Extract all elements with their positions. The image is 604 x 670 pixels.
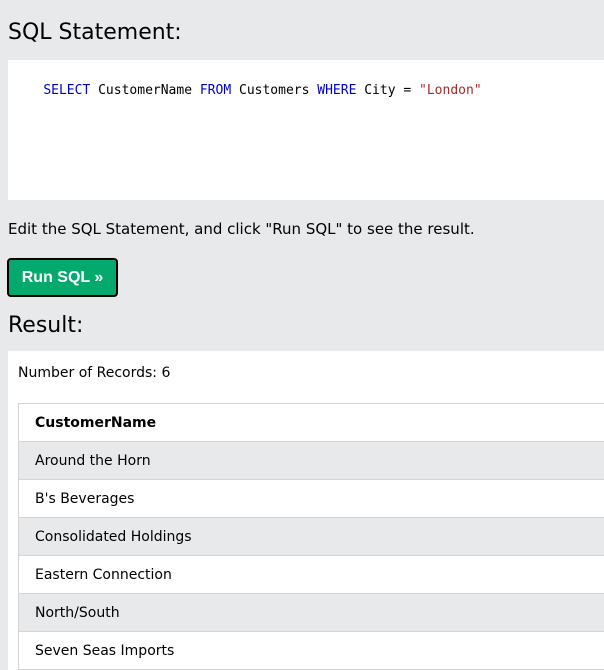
table-cell: B's Beverages (18, 479, 604, 518)
table-cell: North/South (18, 593, 604, 632)
sql-editor[interactable]: SELECT CustomerName FROM Customers WHERE… (8, 60, 604, 200)
sql-keyword-from: FROM (199, 83, 232, 98)
result-table: CustomerName Around the Horn B's Beverag… (18, 403, 604, 670)
table-row: Seven Seas Imports (18, 631, 604, 670)
run-sql-button[interactable]: Run SQL » (7, 258, 118, 297)
table-row: Eastern Connection (18, 555, 604, 594)
result-panel: Number of Records: 6 CustomerName Around… (8, 351, 604, 670)
instructions-text: Edit the SQL Statement, and click "Run S… (8, 220, 475, 238)
record-count: Number of Records: 6 (18, 365, 171, 381)
sql-statement-heading: SQL Statement: (8, 20, 182, 45)
column-header: CustomerName (18, 403, 604, 442)
sql-keyword-select: SELECT (43, 83, 91, 98)
table-row: B's Beverages (18, 479, 604, 518)
sql-keyword-where: WHERE (317, 83, 357, 98)
table-cell: Eastern Connection (18, 555, 604, 594)
sql-text-table: Customers (231, 83, 318, 98)
table-cell: Around the Horn (18, 441, 604, 480)
result-heading: Result: (8, 313, 84, 338)
table-header-row: CustomerName (18, 403, 604, 442)
sql-text-columns: CustomerName (90, 83, 200, 98)
sql-string-literal: "London" (419, 83, 482, 98)
table-row: Consolidated Holdings (18, 517, 604, 556)
sql-text-condition: City = (356, 83, 420, 98)
table-cell: Consolidated Holdings (18, 517, 604, 556)
table-row: Around the Horn (18, 441, 604, 480)
table-row: North/South (18, 593, 604, 632)
table-cell: Seven Seas Imports (18, 631, 604, 670)
sql-tryit-page: SQL Statement: SELECT CustomerName FROM … (0, 0, 604, 670)
